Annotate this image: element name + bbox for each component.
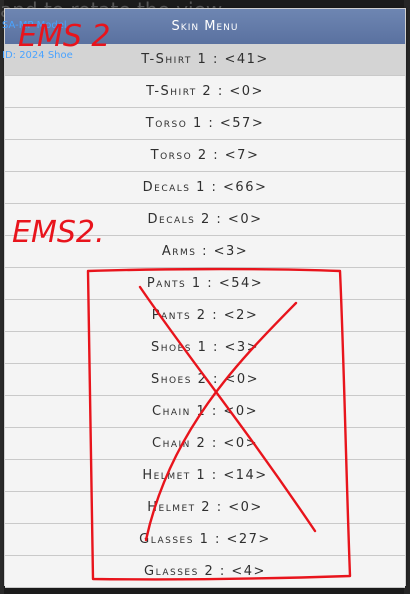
menu-item-pants-2[interactable]: Pants 2 : <2>	[5, 300, 405, 332]
menu-item-chain-1[interactable]: Chain 1 : <0>	[5, 396, 405, 428]
menu-item-arms[interactable]: Arms : <3>	[5, 236, 405, 268]
menu-item-glasses-1[interactable]: Glasses 1 : <27>	[5, 524, 405, 556]
menu-item-chain-2[interactable]: Chain 2 : <0>	[5, 428, 405, 460]
menu-item-decals-2[interactable]: Decals 2 : <0>	[5, 204, 405, 236]
menu-item-shoes-2[interactable]: Shoes 2 : <0>	[5, 364, 405, 396]
menu-item-glasses-2[interactable]: Glasses 2 : <4>	[5, 556, 405, 588]
menu-item-shoes-1[interactable]: Shoes 1 : <3>	[5, 332, 405, 364]
menu-item-torso-2[interactable]: Torso 2 : <7>	[5, 140, 405, 172]
debug-line-1: SA-MP Model	[2, 20, 67, 31]
skin-menu: Skin Menu T-Shirt 1 : <41> T-Shirt 2 : <…	[4, 8, 406, 588]
menu-item-decals-1[interactable]: Decals 1 : <66>	[5, 172, 405, 204]
skin-menu-list: T-Shirt 1 : <41> T-Shirt 2 : <0> Torso 1…	[5, 44, 405, 588]
debug-line-2: ID: 2024 Shoe	[2, 50, 73, 61]
menu-item-torso-1[interactable]: Torso 1 : <57>	[5, 108, 405, 140]
menu-item-helmet-2[interactable]: Helmet 2 : <0>	[5, 492, 405, 524]
debug-overlay: SA-MP Model ID: 2024 Shoe	[2, 1, 73, 71]
menu-item-pants-1[interactable]: Pants 1 : <54>	[5, 268, 405, 300]
menu-item-tshirt-2[interactable]: T-Shirt 2 : <0>	[5, 76, 405, 108]
menu-item-helmet-1[interactable]: Helmet 1 : <14>	[5, 460, 405, 492]
